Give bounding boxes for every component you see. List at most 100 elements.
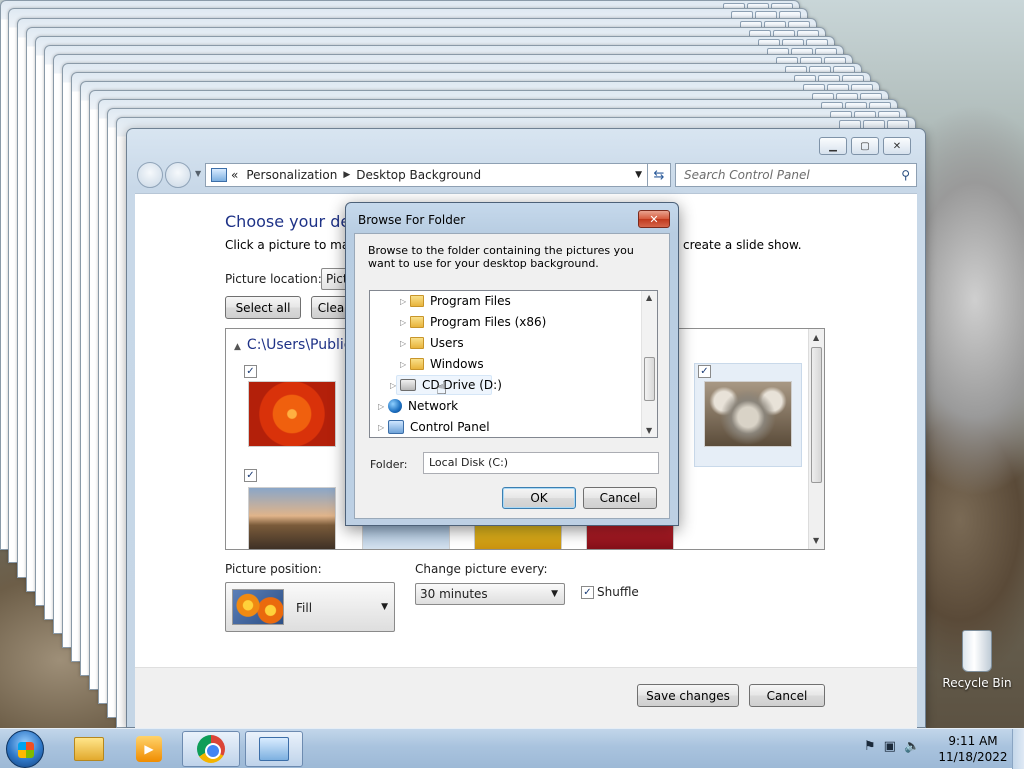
expand-icon[interactable]: ▷ bbox=[378, 423, 388, 432]
picture-checkbox[interactable]: ✓ bbox=[698, 365, 711, 378]
collapse-icon[interactable]: ▲ bbox=[234, 342, 241, 352]
recycle-bin-icon bbox=[962, 630, 992, 672]
browse-for-folder-dialog: Browse For Folder ✕ Browse to the folder… bbox=[345, 202, 679, 526]
show-desktop-button[interactable] bbox=[1012, 729, 1024, 769]
minimize-button[interactable]: ▁ bbox=[819, 137, 847, 155]
change-picture-label: Change picture every: bbox=[415, 562, 548, 576]
change-interval-value: 30 minutes bbox=[420, 587, 488, 601]
clock-date: 11/18/2022 bbox=[938, 750, 1008, 764]
taskbar-explorer[interactable] bbox=[60, 731, 118, 767]
clock-time: 9:11 AM bbox=[948, 734, 998, 748]
tree-item-program-files[interactable]: ▷ Program Files bbox=[400, 291, 511, 311]
shuffle-label[interactable]: Shuffle bbox=[597, 585, 639, 599]
picture-thumbnail-penguins[interactable] bbox=[362, 525, 450, 549]
dialog-description: Browse to the folder containing the pict… bbox=[368, 244, 634, 270]
folder-icon bbox=[410, 337, 424, 349]
picture-checkbox[interactable]: ✓ bbox=[244, 469, 257, 482]
folder-field[interactable]: Local Disk (C:) bbox=[423, 452, 659, 474]
folder-icon bbox=[410, 358, 424, 370]
taskbar-control-panel[interactable] bbox=[245, 731, 303, 767]
tree-scrollbar[interactable]: ▲ ▼ bbox=[641, 291, 657, 437]
window-controls: ▁ ▢ ✕ bbox=[819, 137, 911, 155]
start-button[interactable] bbox=[6, 730, 44, 768]
picture-thumbnail-lighthouse[interactable] bbox=[248, 487, 336, 549]
picture-position-value: Fill bbox=[296, 601, 313, 615]
close-button[interactable]: ✕ bbox=[883, 137, 911, 155]
taskbar: ▶ ⚑ ▣ 🔈 9:11 AM 11/18/2022 bbox=[0, 728, 1024, 769]
search-input[interactable]: Search Control Panel ⚲ bbox=[675, 163, 917, 187]
windows-logo-icon bbox=[18, 742, 34, 758]
control-panel-icon bbox=[259, 737, 289, 761]
picture-position-select[interactable]: Fill ▼ bbox=[225, 582, 395, 632]
tree-item-network[interactable]: ▷ Network bbox=[378, 396, 458, 416]
network-icon bbox=[388, 399, 402, 413]
recent-pages-dropdown[interactable]: ▼ bbox=[195, 169, 201, 178]
ok-button[interactable]: OK bbox=[502, 487, 576, 509]
scroll-down-icon[interactable]: ▼ bbox=[646, 426, 652, 435]
dialog-close-button[interactable]: ✕ bbox=[638, 210, 670, 228]
network-status-icon[interactable]: ▣ bbox=[884, 739, 896, 754]
picture-checkbox[interactable]: ✓ bbox=[244, 365, 257, 378]
folder-label: Folder: bbox=[370, 458, 408, 471]
recycle-bin-shortcut[interactable]: Recycle Bin bbox=[942, 630, 1012, 690]
clock[interactable]: 9:11 AM 11/18/2022 bbox=[938, 733, 1008, 765]
search-icon[interactable]: ⚲ bbox=[901, 168, 910, 182]
chevron-down-icon: ▼ bbox=[551, 589, 558, 599]
tree-item-windows[interactable]: ▷ Windows bbox=[400, 354, 484, 374]
back-button[interactable] bbox=[137, 162, 163, 188]
picture-thumbnail-koala[interactable] bbox=[704, 381, 792, 447]
hand-cursor-icon: ☝ bbox=[436, 378, 447, 399]
shuffle-checkbox[interactable]: ✓ bbox=[581, 586, 594, 599]
cancel-button[interactable]: Cancel bbox=[749, 684, 825, 707]
breadcrumb-overflow[interactable]: « bbox=[231, 168, 238, 182]
gallery-group-header[interactable]: ▲ C:\Users\Public bbox=[234, 337, 351, 353]
scroll-up-icon[interactable]: ▲ bbox=[646, 293, 652, 302]
address-bar[interactable]: « Personalization ▶ Desktop Background ▼ bbox=[205, 163, 649, 187]
picture-location-label: Picture location: bbox=[225, 272, 322, 286]
recycle-bin-label: Recycle Bin bbox=[942, 676, 1012, 690]
folder-icon bbox=[410, 316, 424, 328]
explorer-icon bbox=[74, 737, 104, 761]
expand-icon[interactable]: ▷ bbox=[390, 381, 400, 390]
volume-icon[interactable]: 🔈 bbox=[904, 739, 920, 754]
breadcrumb-separator-icon[interactable]: ▶ bbox=[343, 170, 350, 180]
save-changes-button[interactable]: Save changes bbox=[637, 684, 739, 707]
address-row: ▼ « Personalization ▶ Desktop Background… bbox=[135, 161, 917, 189]
forward-button[interactable] bbox=[165, 162, 191, 188]
system-tray: ⚑ ▣ 🔈 bbox=[864, 739, 920, 754]
picture-thumbnail-flower[interactable] bbox=[248, 381, 336, 447]
position-preview-image bbox=[232, 589, 284, 625]
chevron-down-icon: ▼ bbox=[381, 602, 388, 612]
breadcrumb-desktop-background[interactable]: Desktop Background bbox=[356, 168, 481, 182]
action-center-icon[interactable]: ⚑ bbox=[864, 739, 876, 754]
folder-tree[interactable]: ▷ Program Files ▷ Program Files (x86) ▷ … bbox=[369, 290, 658, 438]
refresh-button[interactable]: ⇆ bbox=[647, 163, 671, 187]
change-picture-interval-select[interactable]: 30 minutes ▼ bbox=[415, 583, 565, 605]
picture-thumbnail-tulips[interactable] bbox=[474, 525, 562, 549]
expand-icon[interactable]: ▷ bbox=[400, 339, 410, 348]
picture-thumbnail-roses[interactable] bbox=[586, 525, 674, 549]
chrome-icon bbox=[197, 735, 225, 763]
search-placeholder: Search Control Panel bbox=[684, 168, 810, 182]
expand-icon[interactable]: ▷ bbox=[400, 318, 410, 327]
folder-icon bbox=[410, 295, 424, 307]
gallery-scrollbar[interactable]: ▲ ▼ bbox=[808, 329, 824, 549]
tree-item-users[interactable]: ▷ Users bbox=[400, 333, 464, 353]
tree-item-control-panel[interactable]: ▷ Control Panel bbox=[378, 417, 490, 437]
tree-item-program-files-x86[interactable]: ▷ Program Files (x86) bbox=[400, 312, 546, 332]
expand-icon[interactable]: ▷ bbox=[400, 297, 410, 306]
page-description: Click a picture to make bbox=[225, 238, 364, 252]
address-dropdown-icon[interactable]: ▼ bbox=[635, 170, 642, 180]
dialog-body: Browse to the folder containing the pict… bbox=[354, 233, 670, 519]
maximize-button[interactable]: ▢ bbox=[851, 137, 879, 155]
select-all-button[interactable]: Select all bbox=[225, 296, 301, 319]
expand-icon[interactable]: ▷ bbox=[378, 402, 388, 411]
scroll-up-icon[interactable]: ▲ bbox=[813, 333, 819, 342]
scroll-down-icon[interactable]: ▼ bbox=[813, 536, 819, 545]
media-player-icon: ▶ bbox=[136, 736, 162, 762]
dialog-cancel-button[interactable]: Cancel bbox=[583, 487, 657, 509]
expand-icon[interactable]: ▷ bbox=[400, 360, 410, 369]
taskbar-media-player[interactable]: ▶ bbox=[120, 731, 178, 767]
taskbar-chrome[interactable] bbox=[182, 731, 240, 767]
breadcrumb-personalization[interactable]: Personalization bbox=[246, 168, 337, 182]
